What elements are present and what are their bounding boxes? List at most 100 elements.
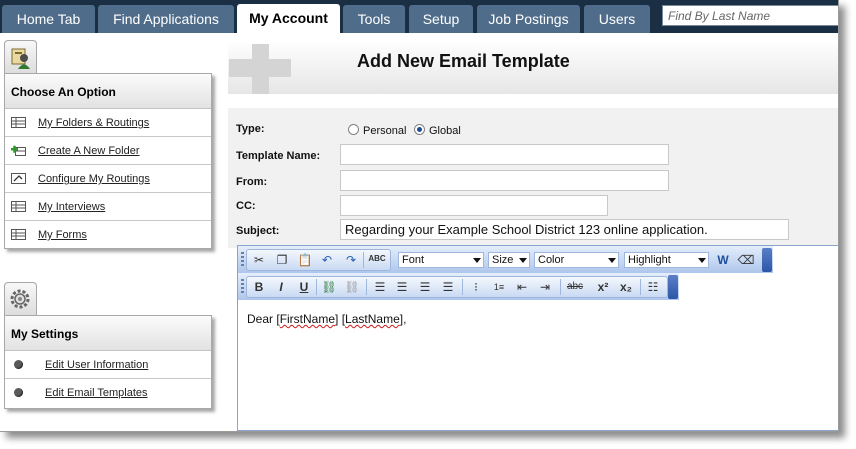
size-select[interactable]: Size — [488, 252, 530, 268]
routing-icon — [11, 173, 26, 184]
greeting-text-mid: ] [ — [335, 312, 346, 326]
sidebar-item-create-folder[interactable]: Create A New Folder — [5, 137, 211, 165]
radio-global-label[interactable]: Global — [429, 125, 461, 137]
tab-setup[interactable]: Setup — [409, 5, 473, 33]
eraser-icon[interactable]: ⌫ — [737, 251, 755, 269]
merge-field-first-name: FirstName — [279, 312, 336, 326]
undo-icon[interactable]: ↶ — [318, 251, 336, 269]
chevron-down-icon — [473, 258, 481, 263]
cut-icon[interactable]: ✂ — [250, 251, 268, 269]
merge-field-last-name: LastName — [345, 312, 400, 326]
tab-home[interactable]: Home Tab — [2, 5, 95, 33]
interviews-icon — [11, 201, 26, 212]
paste-icon[interactable]: 📋 — [296, 251, 314, 269]
bullet-list-icon[interactable]: ⁝ — [467, 278, 485, 296]
from-input[interactable] — [340, 170, 669, 191]
sidebar-item-label[interactable]: Edit User Information — [45, 351, 148, 379]
copy-icon[interactable]: ❐ — [273, 251, 291, 269]
toolbar-separator — [366, 279, 367, 295]
editor-content[interactable]: Dear [FirstName] [LastName], — [247, 312, 406, 326]
options-panel: Choose An Option My Folders & Routings C… — [4, 73, 212, 249]
sidebar-item-label[interactable]: Edit Email Templates — [45, 379, 148, 407]
subject-input[interactable]: Regarding your Example School District 1… — [340, 219, 789, 240]
subscript-icon[interactable]: x₂ — [617, 278, 635, 296]
type-label: Type: — [236, 123, 265, 135]
tab-users[interactable]: Users — [584, 5, 650, 33]
underline-icon[interactable]: U — [295, 278, 313, 296]
sidebar-item-edit-user-info[interactable]: Edit User Information — [5, 351, 211, 379]
spellcheck-icon[interactable]: ABC — [368, 250, 386, 268]
radio-global[interactable] — [414, 124, 425, 135]
color-select[interactable]: Color — [534, 252, 619, 268]
greeting-text-end: ], — [399, 312, 407, 326]
highlight-select[interactable]: Highlight — [624, 252, 709, 268]
toolbar-separator — [560, 279, 561, 295]
toolbar-separator — [462, 279, 463, 295]
sidebar-item-my-folders[interactable]: My Folders & Routings — [5, 109, 211, 137]
editor-toolbar-1: ✂ ❐ 📋 ↶ ↷ ABC Font Size Color Highlight … — [238, 246, 773, 273]
font-select-label: Font — [402, 254, 425, 266]
top-nav: Home Tab Find Applications My Account To… — [0, 0, 838, 34]
indent-icon[interactable]: ⇥ — [536, 278, 554, 296]
italic-icon[interactable]: I — [272, 278, 290, 296]
highlight-select-label: Highlight — [628, 254, 671, 266]
bold-icon[interactable]: B — [250, 278, 268, 296]
gear-icon — [10, 289, 30, 309]
sidebar-item-label[interactable]: My Folders & Routings — [38, 109, 149, 137]
toolbar-grip-icon[interactable] — [241, 252, 244, 267]
strikethrough-icon[interactable]: abc — [566, 278, 584, 296]
options-title: Choose An Option — [5, 74, 211, 109]
template-name-label: Template Name: — [236, 150, 321, 162]
tab-job-postings[interactable]: Job Postings — [477, 5, 580, 33]
chevron-down-icon — [519, 258, 527, 263]
from-label: From: — [236, 176, 268, 188]
sidebar-item-configure-routings[interactable]: Configure My Routings — [5, 165, 211, 193]
bullet-icon — [14, 388, 23, 397]
font-select[interactable]: Font — [398, 252, 484, 268]
sidebar-item-my-interviews[interactable]: My Interviews — [5, 193, 211, 221]
subject-label: Subject: — [236, 225, 280, 237]
toolbar-separator — [363, 252, 364, 268]
numbered-list-icon[interactable]: 1≡ — [490, 278, 508, 296]
user-folder-icon — [11, 48, 30, 69]
sidebar-item-my-forms[interactable]: My Forms — [5, 221, 211, 248]
sidebar-item-label[interactable]: My Forms — [38, 221, 87, 249]
outdent-icon[interactable]: ⇤ — [513, 278, 531, 296]
tab-tools[interactable]: Tools — [343, 5, 405, 33]
radio-personal-label[interactable]: Personal — [363, 125, 406, 137]
search-input[interactable]: Find By Last Name — [662, 5, 838, 26]
horizontal-rule-icon[interactable]: ☷ — [644, 278, 662, 296]
cc-input[interactable] — [340, 195, 608, 216]
unlink-icon[interactable]: ⛓ — [343, 278, 361, 296]
bullet-icon — [14, 360, 23, 369]
sidebar-item-label[interactable]: My Interviews — [38, 193, 105, 221]
toolbar-separator — [316, 279, 317, 295]
sidebar-item-label[interactable]: Configure My Routings — [38, 165, 150, 193]
toolbar-separator — [640, 279, 641, 295]
sidebar-item-edit-email-templates[interactable]: Edit Email Templates — [5, 379, 211, 406]
settings-panel: My Settings Edit User Information Edit E… — [4, 315, 212, 409]
radio-personal[interactable] — [348, 124, 359, 135]
options-tab[interactable] — [4, 40, 37, 74]
tab-find-applications[interactable]: Find Applications — [98, 5, 234, 33]
chevron-down-icon — [698, 258, 706, 263]
sidebar-item-label[interactable]: Create A New Folder — [38, 137, 140, 165]
redo-icon[interactable]: ↷ — [342, 251, 360, 269]
app-window: Home Tab Find Applications My Account To… — [0, 0, 839, 432]
plus-watermark-icon-stem — [252, 44, 269, 94]
page-title: Add New Email Template — [357, 51, 570, 71]
insert-link-icon[interactable]: ⛓ — [320, 278, 338, 296]
settings-tab[interactable] — [4, 282, 37, 316]
paste-from-word-icon[interactable]: W — [714, 251, 732, 269]
align-left-icon[interactable]: ☰ — [371, 278, 389, 296]
align-center-icon[interactable]: ☰ — [416, 278, 434, 296]
toolbar-expand-icon[interactable] — [762, 248, 772, 272]
superscript-icon[interactable]: x² — [594, 278, 612, 296]
align-right-icon[interactable]: ☰ — [393, 278, 411, 296]
toolbar-expand-icon[interactable] — [668, 275, 678, 299]
color-select-label: Color — [538, 254, 565, 266]
toolbar-grip-icon[interactable] — [241, 279, 244, 294]
template-name-input[interactable] — [340, 144, 669, 165]
align-justify-icon[interactable]: ☰ — [439, 278, 457, 296]
tab-my-account[interactable]: My Account — [237, 4, 340, 34]
